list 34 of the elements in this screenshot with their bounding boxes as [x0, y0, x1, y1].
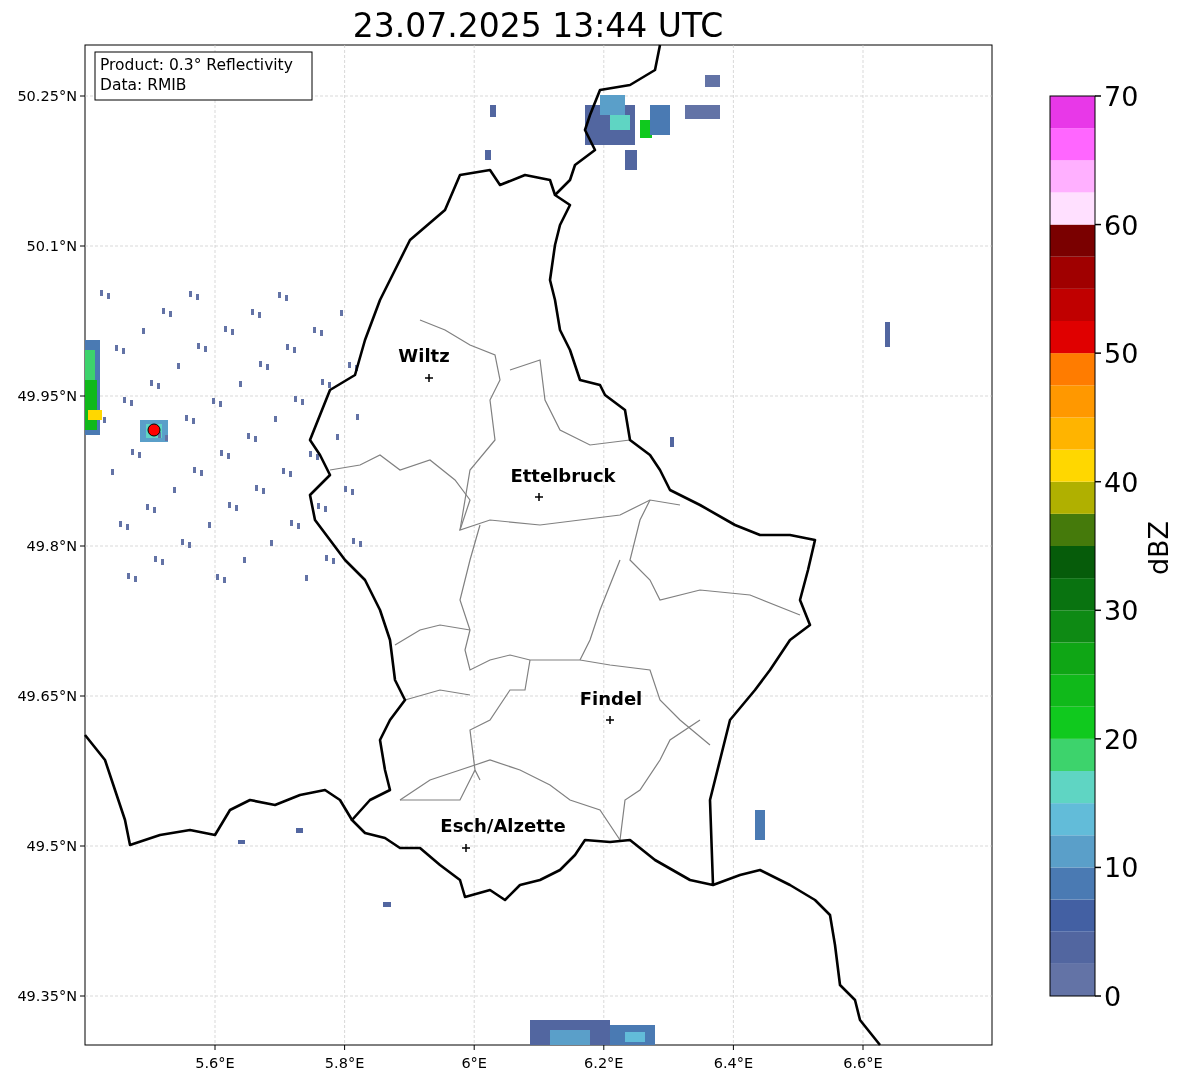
colorbar-tick-label: 70 [1104, 81, 1139, 112]
latitude-tick-label: 49.8°N [26, 538, 77, 554]
radar-site-marker [147, 423, 161, 437]
city-marker-icon [461, 843, 471, 853]
colorbar-tick-label: 60 [1104, 209, 1139, 241]
colorbar-tick-label: 50 [1104, 338, 1139, 370]
city-marker-icon [534, 492, 544, 502]
city-label: Ettelbruck [510, 465, 616, 486]
city-label: Findel [579, 688, 643, 709]
chart-title: 23.07.2025 13:44 UTC [352, 6, 724, 45]
longitude-tick-label: 6.6°E [843, 1055, 883, 1071]
longitude-tick-label: 6.2°E [584, 1055, 624, 1071]
latitude-tick-label: 50.1°N [26, 238, 77, 254]
city-label: Esch/Alzette [440, 815, 566, 836]
city-marker-icon [605, 715, 615, 725]
longitude-tick-label: 6.4°E [713, 1055, 754, 1071]
latitude-tick-label: 50.25°N [17, 88, 77, 104]
city-label: Wiltz [398, 345, 450, 366]
colorbar-tick-label: 30 [1104, 595, 1139, 627]
city-marker-icon [424, 373, 434, 383]
colorbar-tick-label: 40 [1104, 466, 1139, 498]
latitude-tick-label: 49.95°N [17, 388, 77, 404]
info-text: Product: 0.3° Reflectivity [100, 56, 293, 74]
colorbar-tick-label: 10 [1104, 852, 1139, 884]
longitude-tick-label: 5.8°E [324, 1055, 365, 1071]
longitude-tick-label: 6°E [461, 1055, 487, 1071]
longitude-tick-label: 5.6°E [195, 1055, 235, 1071]
info-text: Data: RMIB [100, 76, 187, 94]
colorbar-tick-label: 0 [1104, 981, 1122, 1012]
colorbar-tick-label: 20 [1104, 723, 1139, 755]
latitude-tick-label: 49.65°N [17, 688, 77, 704]
latitude-tick-label: 49.5°N [26, 838, 77, 854]
latitude-tick-label: 49.35°N [17, 988, 77, 1004]
colorbar-label: dBZ [1143, 520, 1174, 576]
